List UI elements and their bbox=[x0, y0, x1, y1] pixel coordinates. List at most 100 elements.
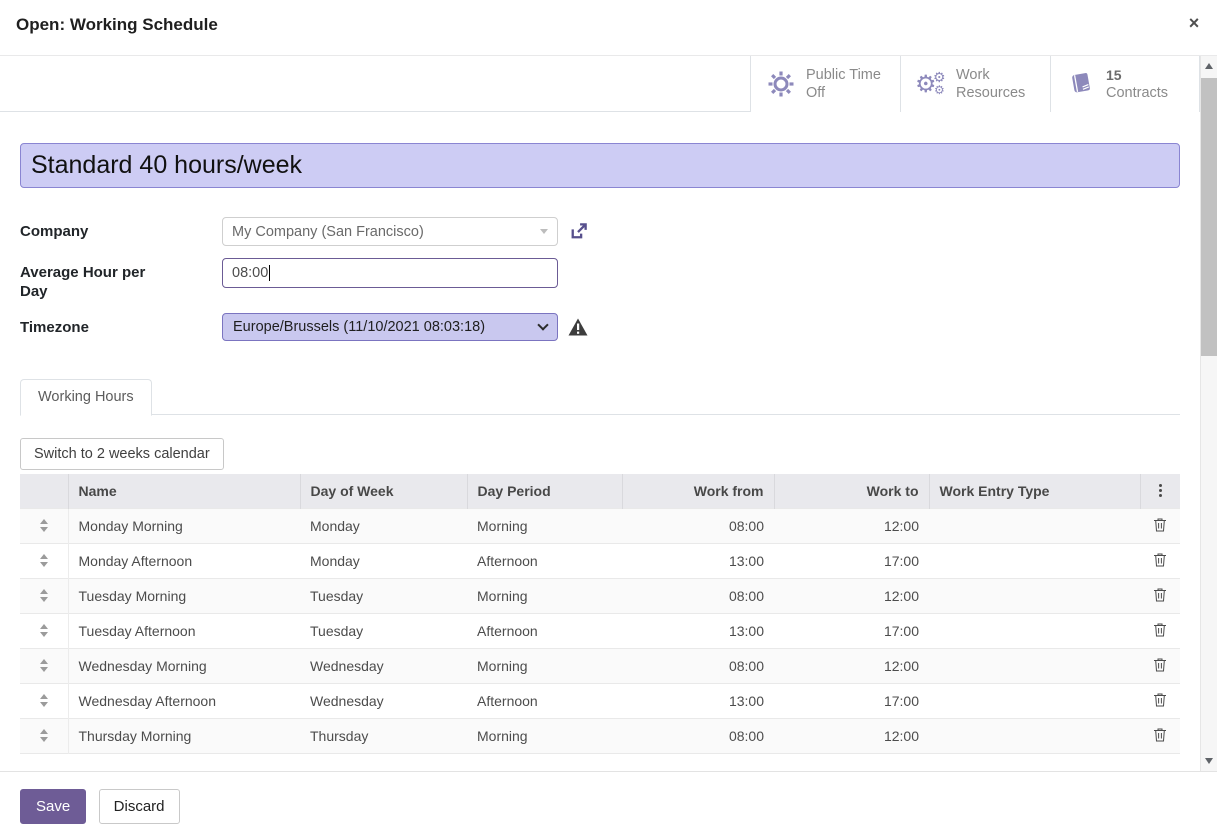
cell-day-period[interactable]: Afternoon bbox=[467, 543, 622, 578]
cell-name[interactable]: Wednesday Morning bbox=[68, 648, 300, 683]
table-row[interactable]: Tuesday Afternoon Tuesday Afternoon 13:0… bbox=[20, 613, 1180, 648]
cell-day-of-week[interactable]: Thursday bbox=[300, 718, 467, 753]
drag-handle-icon[interactable] bbox=[30, 694, 58, 707]
table-row[interactable]: Monday Morning Monday Morning 08:00 12:0… bbox=[20, 508, 1180, 543]
cell-name[interactable]: Thursday Morning bbox=[68, 718, 300, 753]
cell-work-entry-type[interactable] bbox=[929, 648, 1140, 683]
cell-work-to[interactable]: 17:00 bbox=[774, 543, 929, 578]
optional-columns-header[interactable] bbox=[1140, 474, 1180, 508]
drag-handle-cell[interactable] bbox=[20, 578, 68, 613]
drag-handle-icon[interactable] bbox=[30, 729, 58, 742]
col-header-work-to[interactable]: Work to bbox=[774, 474, 929, 508]
cell-name[interactable]: Tuesday Afternoon bbox=[68, 613, 300, 648]
col-header-work-entry-type[interactable]: Work Entry Type bbox=[929, 474, 1140, 508]
delete-row-cell[interactable] bbox=[1140, 578, 1180, 613]
contracts-button[interactable]: 15 Contracts bbox=[1050, 56, 1200, 112]
trash-icon[interactable] bbox=[1153, 657, 1167, 675]
col-header-day-of-week[interactable]: Day of Week bbox=[300, 474, 467, 508]
cell-work-from[interactable]: 13:00 bbox=[622, 543, 774, 578]
cell-work-entry-type[interactable] bbox=[929, 543, 1140, 578]
delete-row-cell[interactable] bbox=[1140, 718, 1180, 753]
chevron-down-icon[interactable] bbox=[540, 229, 548, 234]
cell-work-from[interactable]: 08:00 bbox=[622, 648, 774, 683]
table-row[interactable]: Thursday Morning Thursday Morning 08:00 … bbox=[20, 718, 1180, 753]
trash-icon[interactable] bbox=[1153, 692, 1167, 710]
delete-row-cell[interactable] bbox=[1140, 508, 1180, 543]
cell-work-to[interactable]: 12:00 bbox=[774, 718, 929, 753]
drag-handle-cell[interactable] bbox=[20, 648, 68, 683]
cell-day-of-week[interactable]: Monday bbox=[300, 543, 467, 578]
drag-handle-cell[interactable] bbox=[20, 613, 68, 648]
cell-work-entry-type[interactable] bbox=[929, 718, 1140, 753]
delete-row-cell[interactable] bbox=[1140, 613, 1180, 648]
tab-working-hours[interactable]: Working Hours bbox=[20, 379, 152, 416]
delete-row-cell[interactable] bbox=[1140, 543, 1180, 578]
company-input[interactable]: My Company (San Francisco) bbox=[222, 217, 558, 246]
close-icon[interactable]: × bbox=[1183, 12, 1205, 34]
kebab-icon[interactable] bbox=[1151, 484, 1171, 497]
drag-handle-icon[interactable] bbox=[30, 624, 58, 637]
cell-name[interactable]: Monday Afternoon bbox=[68, 543, 300, 578]
delete-row-cell[interactable] bbox=[1140, 648, 1180, 683]
cell-day-period[interactable]: Morning bbox=[467, 648, 622, 683]
cell-work-to[interactable]: 12:00 bbox=[774, 648, 929, 683]
cell-work-to[interactable]: 12:00 bbox=[774, 508, 929, 543]
drag-handle-cell[interactable] bbox=[20, 718, 68, 753]
scrollbar-thumb[interactable] bbox=[1201, 78, 1217, 356]
cell-work-entry-type[interactable] bbox=[929, 613, 1140, 648]
average-hour-input[interactable]: 08:00 bbox=[222, 258, 558, 288]
cell-day-of-week[interactable]: Wednesday bbox=[300, 648, 467, 683]
cell-day-period[interactable]: Afternoon bbox=[467, 683, 622, 718]
cell-work-from[interactable]: 08:00 bbox=[622, 578, 774, 613]
cell-day-period[interactable]: Morning bbox=[467, 578, 622, 613]
public-time-off-button[interactable]: Public Time Off bbox=[750, 56, 900, 112]
table-row[interactable]: Tuesday Morning Tuesday Morning 08:00 12… bbox=[20, 578, 1180, 613]
cell-day-of-week[interactable]: Tuesday bbox=[300, 613, 467, 648]
table-row[interactable]: Wednesday Afternoon Wednesday Afternoon … bbox=[20, 683, 1180, 718]
cell-work-to[interactable]: 12:00 bbox=[774, 578, 929, 613]
timezone-select[interactable]: Europe/Brussels (11/10/2021 08:03:18) bbox=[222, 313, 558, 341]
trash-icon[interactable] bbox=[1153, 552, 1167, 570]
trash-icon[interactable] bbox=[1153, 587, 1167, 605]
col-header-work-from[interactable]: Work from bbox=[622, 474, 774, 508]
drag-handle-cell[interactable] bbox=[20, 543, 68, 578]
cell-day-period[interactable]: Afternoon bbox=[467, 613, 622, 648]
drag-handle-icon[interactable] bbox=[30, 519, 58, 532]
cell-work-from[interactable]: 08:00 bbox=[622, 508, 774, 543]
cell-work-to[interactable]: 17:00 bbox=[774, 683, 929, 718]
cell-work-to[interactable]: 17:00 bbox=[774, 613, 929, 648]
table-row[interactable]: Monday Afternoon Monday Afternoon 13:00 … bbox=[20, 543, 1180, 578]
drag-handle-cell[interactable] bbox=[20, 683, 68, 718]
table-row[interactable]: Wednesday Morning Wednesday Morning 08:0… bbox=[20, 648, 1180, 683]
cell-work-entry-type[interactable] bbox=[929, 683, 1140, 718]
drag-handle-icon[interactable] bbox=[30, 659, 58, 672]
cell-work-from[interactable]: 08:00 bbox=[622, 718, 774, 753]
cell-day-period[interactable]: Morning bbox=[467, 508, 622, 543]
cell-work-from[interactable]: 13:00 bbox=[622, 683, 774, 718]
cell-name[interactable]: Wednesday Afternoon bbox=[68, 683, 300, 718]
col-header-day-period[interactable]: Day Period bbox=[467, 474, 622, 508]
cell-name[interactable]: Tuesday Morning bbox=[68, 578, 300, 613]
trash-icon[interactable] bbox=[1153, 517, 1167, 535]
cell-name[interactable]: Monday Morning bbox=[68, 508, 300, 543]
col-header-name[interactable]: Name bbox=[68, 474, 300, 508]
cell-day-of-week[interactable]: Wednesday bbox=[300, 683, 467, 718]
save-button[interactable]: Save bbox=[20, 789, 86, 824]
cell-day-of-week[interactable]: Monday bbox=[300, 508, 467, 543]
drag-handle-cell[interactable] bbox=[20, 508, 68, 543]
external-link-icon[interactable] bbox=[568, 221, 589, 242]
drag-handle-icon[interactable] bbox=[30, 554, 58, 567]
trash-icon[interactable] bbox=[1153, 622, 1167, 640]
cell-day-period[interactable]: Morning bbox=[467, 718, 622, 753]
drag-handle-icon[interactable] bbox=[30, 589, 58, 602]
scroll-up-icon[interactable] bbox=[1205, 63, 1213, 69]
cell-work-from[interactable]: 13:00 bbox=[622, 613, 774, 648]
delete-row-cell[interactable] bbox=[1140, 683, 1180, 718]
discard-button[interactable]: Discard bbox=[99, 789, 180, 824]
cell-day-of-week[interactable]: Tuesday bbox=[300, 578, 467, 613]
cell-work-entry-type[interactable] bbox=[929, 578, 1140, 613]
schedule-name-input[interactable] bbox=[20, 143, 1180, 188]
switch-two-weeks-button[interactable]: Switch to 2 weeks calendar bbox=[20, 438, 224, 470]
work-resources-button[interactable]: ⚙ ⚙ ⚙ Work Resources bbox=[900, 56, 1050, 112]
vertical-scrollbar[interactable] bbox=[1200, 56, 1217, 771]
